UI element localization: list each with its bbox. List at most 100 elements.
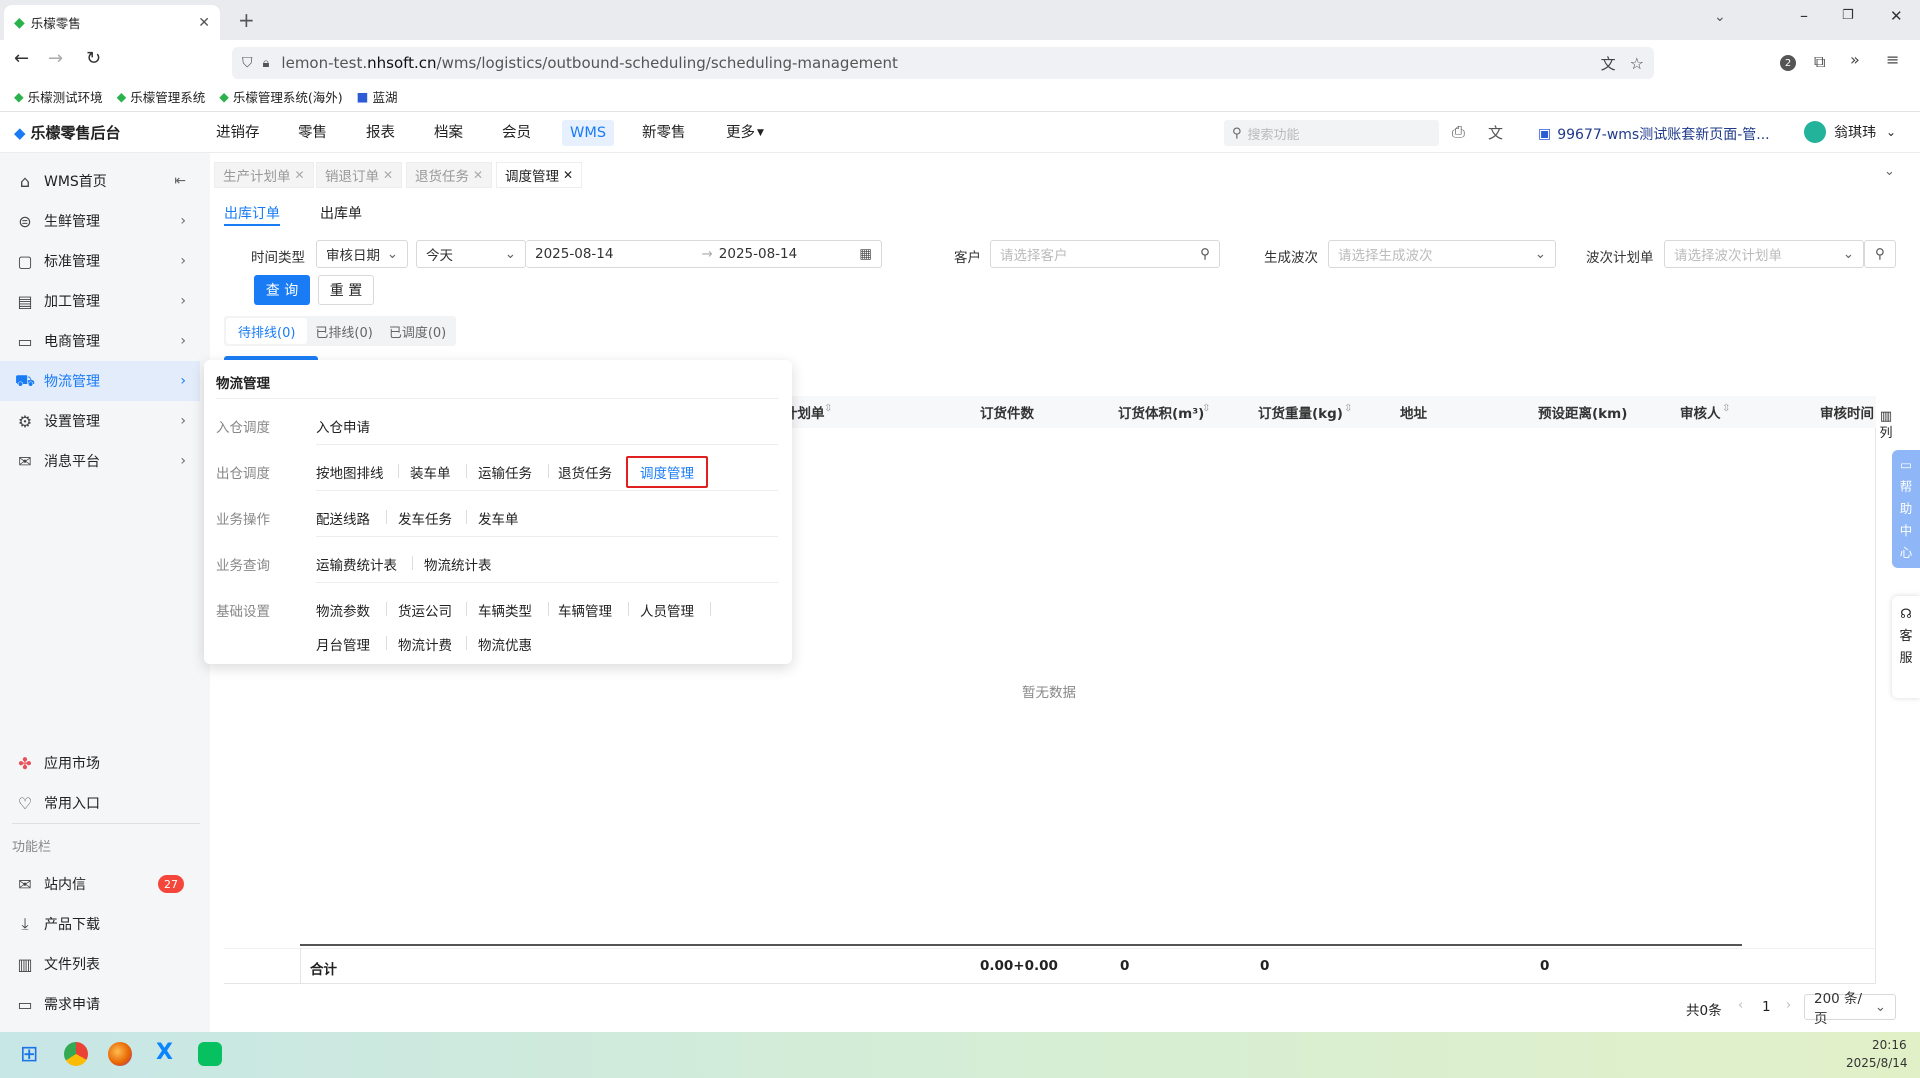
page-tab-sales-return[interactable]: 销退订单 ✕ <box>316 162 403 188</box>
print-icon[interactable]: ⎙ <box>1452 122 1465 142</box>
subtab-outbound-order[interactable]: 出库订单 <box>224 203 280 223</box>
sidebar-item-standard[interactable]: ▢ 标准管理 › <box>0 241 200 281</box>
menu-item-delivery-route[interactable]: 配送线路 <box>316 508 370 528</box>
menu-item-transport-task[interactable]: 运输任务 <box>478 462 532 482</box>
sidebar-item-message[interactable]: ✉ 消息平台 › <box>0 441 200 481</box>
new-tab-icon[interactable]: + <box>238 8 255 32</box>
date-range-picker[interactable]: 2025-08-14 → 2025-08-14 ▦ <box>526 240 882 268</box>
menu-item-freight-company[interactable]: 货运公司 <box>398 600 452 620</box>
page-size-select[interactable]: 200 条/页 ⌄ <box>1804 991 1896 1027</box>
close-window-icon[interactable]: ✕ <box>1890 7 1903 25</box>
bookmark-item[interactable]: ◆ 乐檬管理系统 <box>117 87 206 106</box>
th-auditor[interactable]: 审核人 <box>1680 402 1721 422</box>
plan-select[interactable]: 请选择波次计划单 ⌄ <box>1664 240 1864 268</box>
reload-icon[interactable]: ↻ <box>86 48 101 69</box>
bookmark-item[interactable]: ◆ 乐檬测试环境 <box>14 87 103 106</box>
firefox-icon[interactable] <box>108 1042 132 1066</box>
menu-item-vehicle-mgmt[interactable]: 车辆管理 <box>558 600 612 620</box>
menu-item-dock-mgmt[interactable]: 月台管理 <box>316 634 370 654</box>
sidebar-item-settings[interactable]: ⚙ 设置管理 › <box>0 401 200 441</box>
nav-archive[interactable]: 档案 <box>434 120 463 146</box>
menu-item-return-task[interactable]: 退货任务 <box>558 462 612 482</box>
status-tab-pending[interactable]: 待排线(0) <box>226 318 308 344</box>
tabs-dropdown-icon[interactable]: ⌄ <box>1884 164 1895 179</box>
sidebar-download[interactable]: ⤓ 产品下载 <box>0 904 200 944</box>
close-icon[interactable]: ✕ <box>295 168 305 182</box>
wechat-icon[interactable] <box>198 1042 222 1066</box>
next-page-icon[interactable]: › <box>1786 998 1791 1013</box>
close-tab-icon[interactable]: ✕ <box>198 15 210 31</box>
browser-tab[interactable]: ◆ 乐檬零售 ✕ <box>4 5 220 40</box>
menu-item-vehicle-type[interactable]: 车辆类型 <box>478 600 532 620</box>
page-tab-scheduling[interactable]: 调度管理 ✕ <box>496 162 583 188</box>
close-icon[interactable]: ✕ <box>383 168 393 182</box>
sort-icon[interactable]: ⇳ <box>1722 403 1730 414</box>
page-tab-production-plan[interactable]: 生产计划单 ✕ <box>214 162 314 188</box>
th-weight[interactable]: 订货重量(kg) <box>1258 402 1343 422</box>
menu-item-logistics-discount[interactable]: 物流优惠 <box>478 634 532 654</box>
extension-badge[interactable]: 2 <box>1780 55 1796 71</box>
range-select[interactable]: 今天 ⌄ <box>416 240 526 268</box>
bookmark-item[interactable]: ■ 蓝湖 <box>357 87 398 106</box>
menu-item-loading-slip[interactable]: 装车单 <box>410 462 451 482</box>
sidebar-item-process[interactable]: ▤ 加工管理 › <box>0 281 200 321</box>
sidebar-item-fresh[interactable]: ⊜ 生鲜管理 › <box>0 201 200 241</box>
menu-icon[interactable]: ≡ <box>1886 50 1899 69</box>
translate-icon[interactable]: 文 <box>1601 53 1616 74</box>
overflow-icon[interactable]: » <box>1850 50 1860 69</box>
wave-select[interactable]: 请选择生成波次 ⌄ <box>1328 240 1556 268</box>
sidebar-favorites[interactable]: ♡ 常用入口 <box>0 783 200 823</box>
nav-report[interactable]: 报表 <box>366 120 395 146</box>
menu-item-dispatch-slip[interactable]: 发车单 <box>478 508 519 528</box>
sort-icon[interactable]: ⇳ <box>824 403 832 414</box>
close-icon[interactable]: ✕ <box>473 168 483 182</box>
nav-retail[interactable]: 零售 <box>298 120 327 146</box>
menu-item-freight-stats[interactable]: 运输费统计表 <box>316 554 397 574</box>
nav-more[interactable]: 更多 ▼ <box>726 120 764 146</box>
sidebar-item-ecommerce[interactable]: ▭ 电商管理 › <box>0 321 200 361</box>
tab-list-chevron-icon[interactable]: ⌄ <box>1714 9 1726 25</box>
sidebar-item-wms-home[interactable]: ⌂ WMS首页 ⇤ <box>0 161 200 201</box>
page-number[interactable]: 1 <box>1762 999 1771 1015</box>
collapse-sidebar-icon[interactable]: ⇤ <box>174 173 186 189</box>
sort-icon[interactable]: ⇳ <box>1202 403 1210 414</box>
sidebar-inbox[interactable]: ✉ 站内信 27 <box>0 864 200 904</box>
minimize-icon[interactable]: – <box>1800 6 1808 25</box>
menu-item-map-route[interactable]: 按地图排线 <box>316 462 384 482</box>
user-menu[interactable]: 翁琪玮 ⌄ <box>1804 121 1896 143</box>
back-icon[interactable]: ← <box>14 48 29 69</box>
help-center-button[interactable]: ▭ 帮 助 中 心 <box>1892 450 1920 568</box>
restore-icon[interactable]: ❐ <box>1842 8 1854 23</box>
nav-new-retail[interactable]: 新零售 <box>642 120 686 146</box>
bookmark-item[interactable]: ◆ 乐檬管理系统(海外) <box>219 87 342 106</box>
th-volume[interactable]: 订货体积(m³) <box>1118 402 1204 422</box>
language-icon[interactable]: 文 <box>1488 122 1503 143</box>
plan-search-button[interactable]: ⚲ <box>1864 240 1896 268</box>
nav-jxc[interactable]: 进销存 <box>216 120 260 146</box>
sidebar-item-logistics[interactable]: ⛟ 物流管理 › <box>0 361 200 401</box>
column-setting[interactable]: ▥ 列 <box>1878 408 1894 442</box>
extensions-icon[interactable]: ⧉ <box>1814 52 1825 72</box>
time-type-select[interactable]: 审核日期 ⌄ <box>316 240 408 268</box>
sidebar-request[interactable]: ▭ 需求申请 <box>0 984 200 1024</box>
nav-wms[interactable]: WMS <box>562 120 615 146</box>
reset-button[interactable]: 重 置 <box>318 275 374 305</box>
page-tab-return-task[interactable]: 退货任务 ✕ <box>406 162 493 188</box>
sidebar-file-list[interactable]: ▥ 文件列表 <box>0 944 200 984</box>
customer-service-button[interactable]: ☊ 客 服 <box>1892 596 1920 698</box>
menu-item-logistics-billing[interactable]: 物流计费 <box>398 634 452 654</box>
url-bar[interactable]: ⛉ 🔒︎ lemon-test. nhsoft.cn/wms/logistics/… <box>232 47 1654 79</box>
menu-item-staff-mgmt[interactable]: 人员管理 <box>640 600 694 620</box>
customer-input[interactable]: 请选择客户 ⚲ <box>990 240 1220 268</box>
menu-item-logistics-stats[interactable]: 物流统计表 <box>424 554 492 574</box>
xmind-icon[interactable]: X <box>156 1040 173 1065</box>
function-search[interactable]: ⚲ 搜索功能 <box>1224 120 1439 146</box>
menu-item-dispatch-task[interactable]: 发车任务 <box>398 508 452 528</box>
menu-item-logistics-params[interactable]: 物流参数 <box>316 600 370 620</box>
status-tab-lined[interactable]: 已排线(0) <box>307 318 380 344</box>
status-tab-scheduled[interactable]: 已调度(0) <box>381 318 454 344</box>
windows-start-icon[interactable]: ⊞ <box>20 1042 38 1067</box>
chrome-icon[interactable] <box>64 1042 88 1066</box>
subtab-outbound-slip[interactable]: 出库单 <box>320 203 362 223</box>
menu-item-scheduling[interactable]: 调度管理 <box>626 456 708 488</box>
